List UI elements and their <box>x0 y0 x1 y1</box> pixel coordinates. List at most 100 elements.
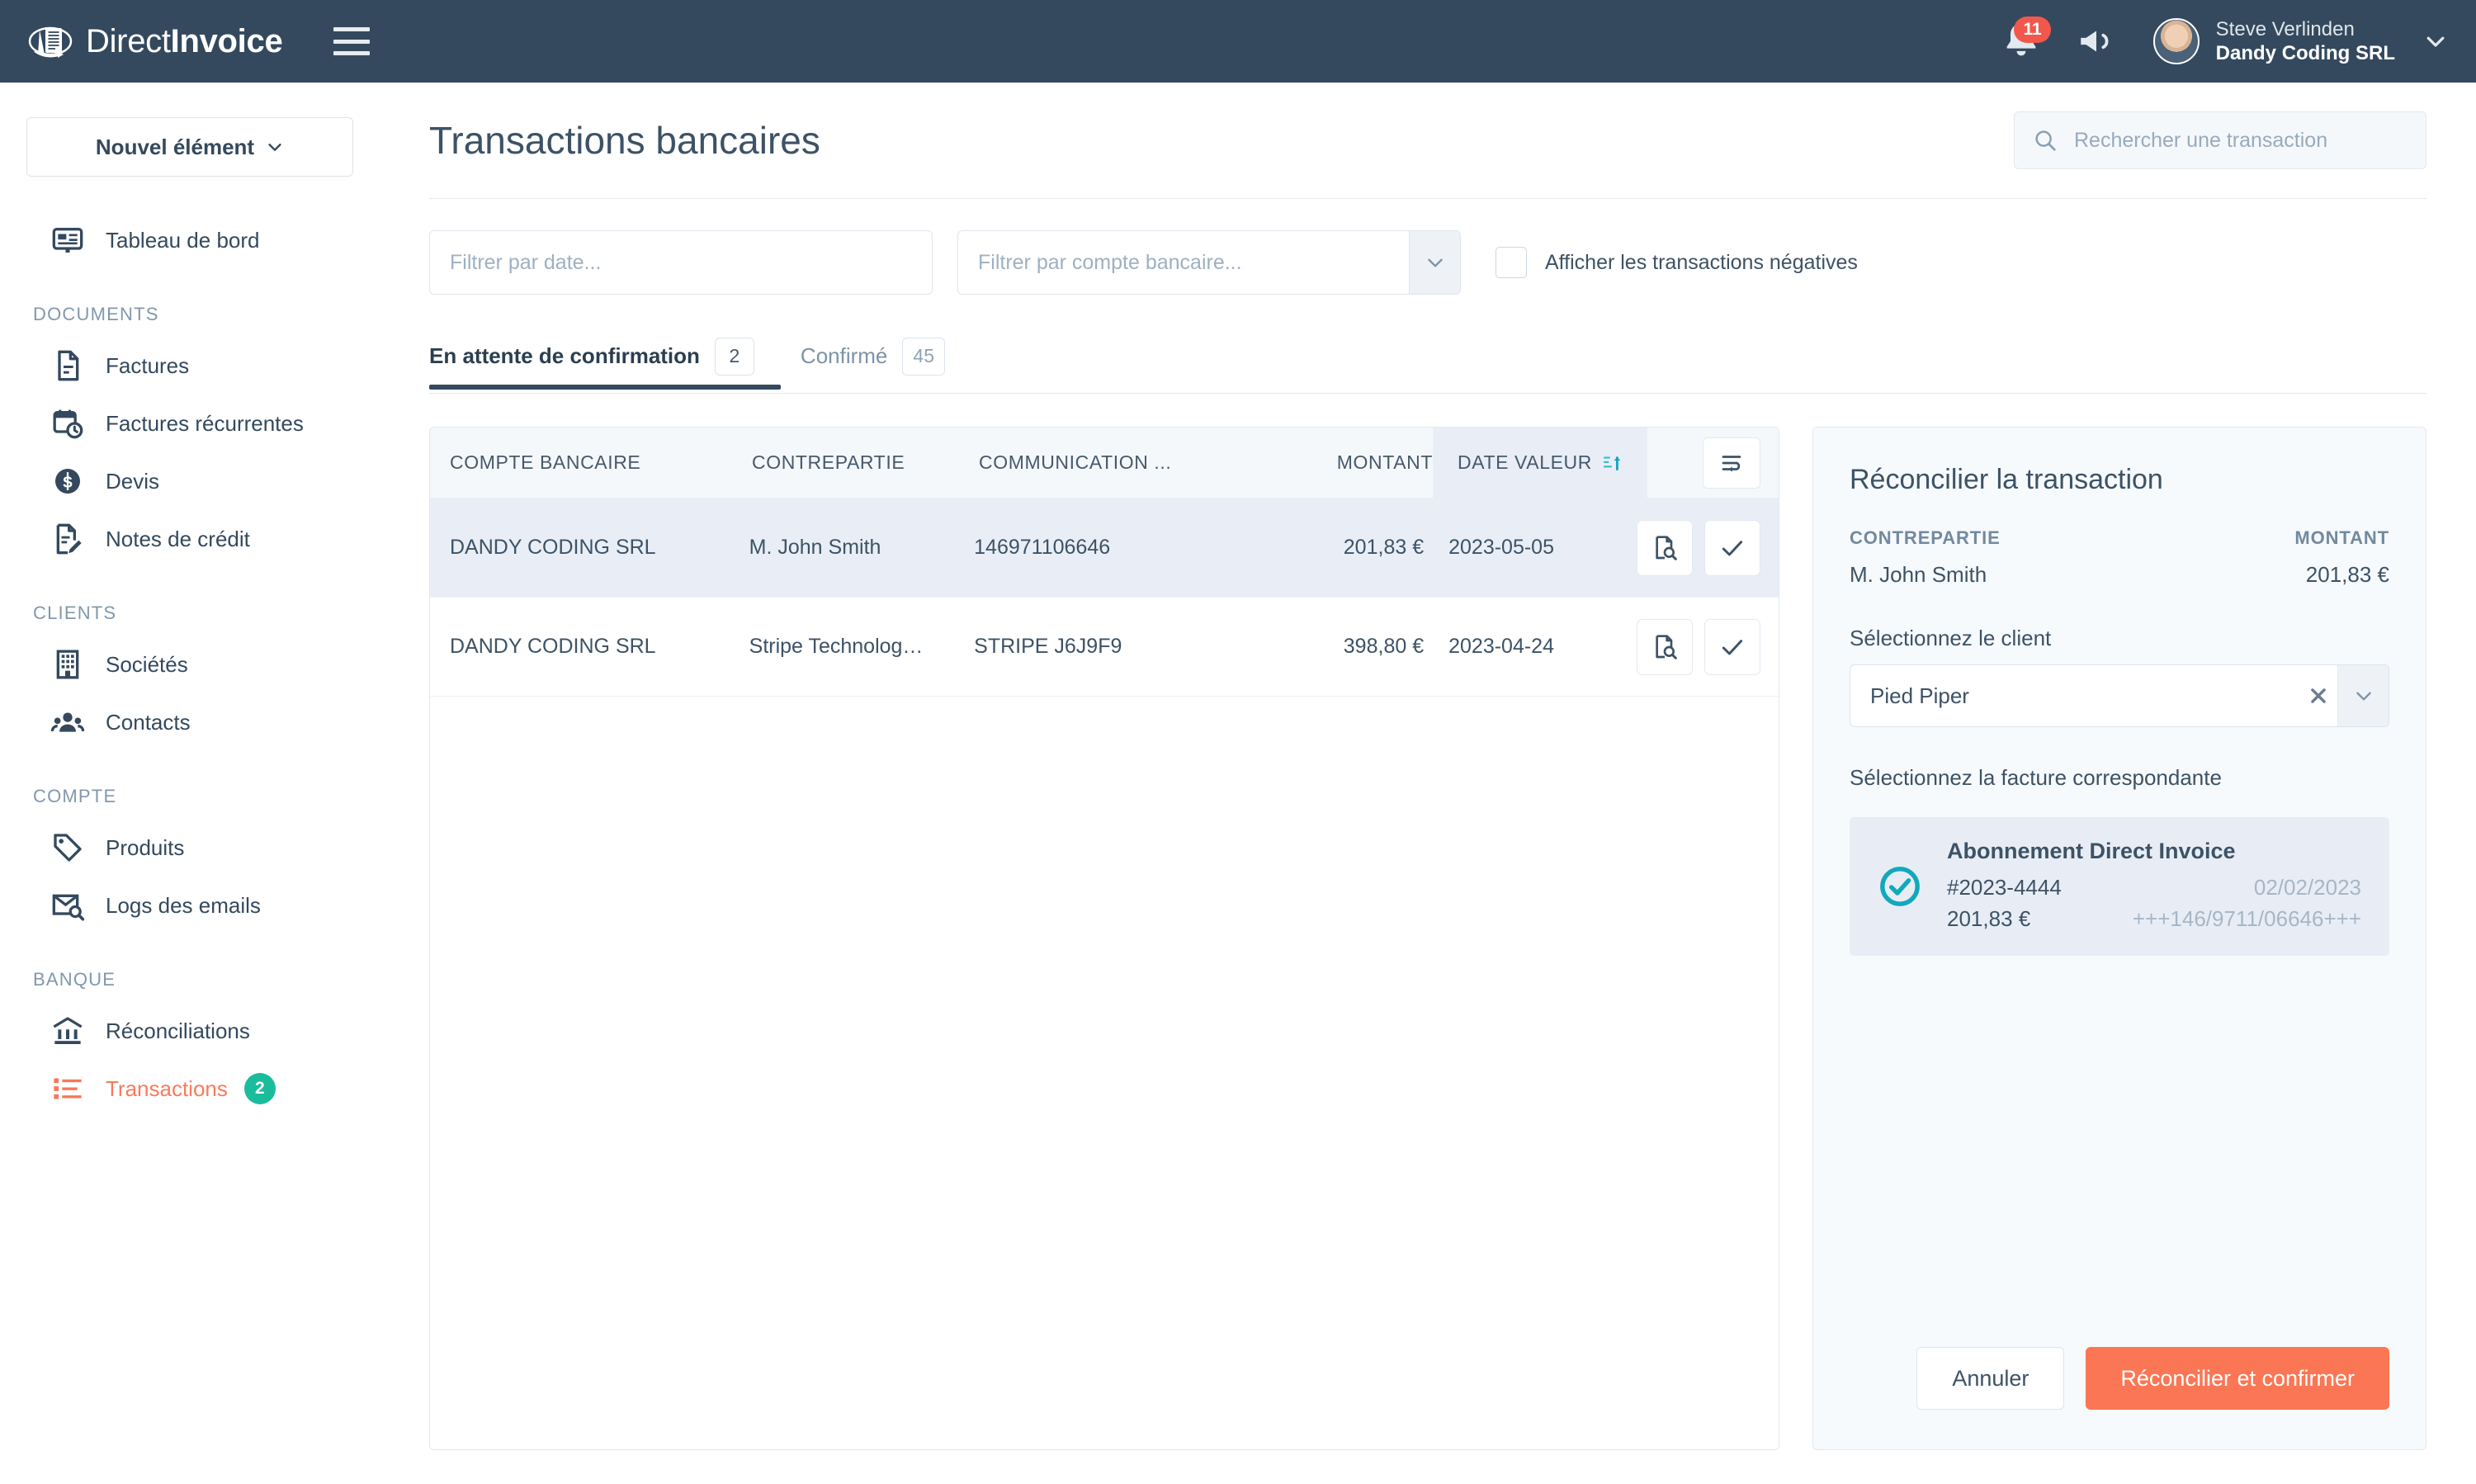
sidebar-item-reconciliations[interactable]: Réconciliations <box>0 1002 380 1060</box>
people-icon <box>51 712 84 732</box>
sidebar-item-factures-recurrentes[interactable]: Factures récurrentes <box>0 395 380 452</box>
table-row[interactable]: DANDY CODING SRL M. John Smith 146971106… <box>430 499 1779 598</box>
chevron-down-icon[interactable] <box>2337 665 2389 726</box>
view-document-button[interactable] <box>1637 519 1693 576</box>
sidebar-item-label: Contacts <box>106 709 191 735</box>
document-search-icon <box>1656 634 1677 659</box>
sidebar-item-dashboard[interactable]: Tableau de bord <box>0 211 380 269</box>
tab-count-badge: 45 <box>902 337 945 376</box>
column-header-communication[interactable]: COMMUNICATION ... <box>979 451 1251 474</box>
top-bar-right: 11 Steve Verlinden Dandy Coding SRL <box>2000 17 2448 66</box>
confirm-transaction-button[interactable] <box>1704 519 1760 576</box>
table-header-actions <box>1671 437 1779 489</box>
chevron-down-icon <box>1409 231 1460 294</box>
search-input[interactable]: Rechercher une transaction <box>2014 111 2426 169</box>
sidebar-item-societes[interactable]: Sociétés <box>0 636 380 693</box>
bank-account-filter-select[interactable]: Filtrer par compte bancaire... <box>957 230 1461 295</box>
tag-icon <box>54 834 82 862</box>
invoice-number: #2023-4444 <box>1947 875 2062 900</box>
reconcile-panel: Réconcilier la transaction CONTREPARTIE … <box>1812 427 2426 1450</box>
sidebar-section-clients: CLIENTS <box>33 603 117 623</box>
sidebar-item-badge: 2 <box>243 1073 276 1104</box>
document-stack-icon <box>28 26 73 58</box>
text-wrap-toggle-button[interactable] <box>1703 437 1760 489</box>
sidebar-item-label: Transactions <box>106 1075 228 1101</box>
checkbox-box <box>1496 247 1527 278</box>
column-header-date-valeur[interactable]: DATE VALEUR <box>1433 428 1647 499</box>
sidebar-item-label: Devis <box>106 468 160 494</box>
sidebar-item-label: Notes de crédit <box>106 526 250 551</box>
sidebar-item-label: Sociétés <box>106 651 188 677</box>
avatar[interactable] <box>2152 18 2200 64</box>
user-info[interactable]: Steve Verlinden Dandy Coding SRL <box>2216 17 2395 66</box>
tab-confirme[interactable]: Confirmé 45 <box>801 333 945 393</box>
amount-value: 201,83 € <box>2305 562 2389 587</box>
client-field-label: Sélectionnez le client <box>1850 626 2052 650</box>
sidebar-item-factures[interactable]: Factures <box>0 337 380 395</box>
chevron-down-icon[interactable] <box>2423 29 2448 54</box>
cell-communication: STRIPE J6J9F9 <box>974 635 1122 658</box>
negative-transactions-checkbox[interactable]: Afficher les transactions négatives <box>1496 247 1858 278</box>
cell-date-valeur: 2023-04-24 <box>1448 635 1554 658</box>
client-selected-value: Pied Piper <box>1870 683 1969 708</box>
megaphone-icon[interactable] <box>2076 21 2117 62</box>
chevron-down-icon <box>268 144 281 151</box>
sidebar-item-notes-de-credit[interactable]: Notes de crédit <box>0 510 380 568</box>
sidebar-section-documents: DOCUMENTS <box>33 304 159 324</box>
sidebar-section-compte: COMPTE <box>33 786 117 806</box>
notifications-button[interactable]: 11 <box>2000 17 2051 63</box>
bank-account-filter-placeholder: Filtrer par compte bancaire... <box>978 250 1242 274</box>
check-icon <box>1722 540 1743 555</box>
view-document-button[interactable] <box>1637 618 1693 675</box>
counterparty-value: M. John Smith <box>1850 562 1987 587</box>
text-wrap-icon <box>1722 455 1741 472</box>
table-header-row: COMPTE BANCAIRE CONTREPARTIE COMMUNICATI… <box>430 428 1779 499</box>
page-title: Transactions bancaires <box>429 119 820 162</box>
tab-label: Confirmé <box>800 343 888 368</box>
sidebar-item-contacts[interactable]: Contacts <box>0 693 380 751</box>
file-edit-icon <box>56 523 82 555</box>
coin-icon: S <box>55 469 80 494</box>
calendar-clock-icon <box>53 409 83 439</box>
check-circle-icon <box>1880 867 1920 907</box>
brand-name-bold: Invoice <box>170 22 283 59</box>
notification-count-badge: 11 <box>2014 17 2051 44</box>
reconcile-and-confirm-button[interactable]: Réconcilier et confirmer <box>2086 1347 2389 1410</box>
column-header-date-valeur-label: DATE VALEUR <box>1458 451 1592 473</box>
row-actions <box>1637 618 1779 675</box>
panel-action-buttons: Annuler Réconcilier et confirmer <box>1850 1347 2389 1410</box>
panel-summary-values: M. John Smith 201,83 € <box>1850 562 2389 588</box>
sidebar-item-label: Factures <box>106 352 190 378</box>
brand-logo-area[interactable]: DirectInvoice <box>28 21 283 61</box>
tab-count-badge: 2 <box>714 337 754 376</box>
cell-compte-bancaire: DANDY CODING SRL <box>450 536 656 559</box>
search-placeholder: Rechercher une transaction <box>2074 128 2328 152</box>
invoice-date: 02/02/2023 <box>2253 875 2361 900</box>
column-header-compte-bancaire[interactable]: COMPTE BANCAIRE <box>430 451 752 474</box>
invoice-option[interactable]: Abonnement Direct Invoice #2023-4444 02/… <box>1850 817 2389 957</box>
close-icon[interactable] <box>2299 685 2337 707</box>
client-select[interactable]: Pied Piper <box>1850 664 2389 727</box>
sidebar-item-transactions[interactable]: Transactions 2 <box>0 1060 380 1118</box>
sidebar-item-logs-des-emails[interactable]: Logs des emails <box>0 877 380 934</box>
cell-contrepartie: Stripe Technolog… <box>749 635 924 658</box>
new-item-label: Nouvel élément <box>95 134 255 159</box>
counterparty-label: CONTREPARTIE <box>1850 527 2001 548</box>
confirm-transaction-button[interactable] <box>1704 618 1760 675</box>
column-header-montant[interactable]: MONTANT <box>1251 451 1433 474</box>
checkbox-label: Afficher les transactions négatives <box>1545 250 1858 274</box>
cancel-button[interactable]: Annuler <box>1916 1347 2065 1410</box>
cell-montant: 201,83 € <box>1343 536 1425 559</box>
table-empty-space <box>430 697 1779 1449</box>
panel-summary-labels: CONTREPARTIE MONTANT <box>1850 527 2389 549</box>
new-item-button[interactable]: Nouvel élément <box>26 117 353 177</box>
tab-en-attente-de-confirmation[interactable]: En attente de confirmation 2 <box>429 333 754 393</box>
sidebar-item-devis[interactable]: S Devis <box>0 452 380 510</box>
column-header-contrepartie[interactable]: CONTREPARTIE <box>752 451 979 474</box>
sidebar-section-banque: BANQUE <box>33 969 116 990</box>
date-filter-input[interactable]: Filtrer par date... <box>429 230 933 295</box>
cell-communication: 146971106646 <box>974 536 1111 559</box>
sidebar-item-produits[interactable]: Produits <box>0 819 380 877</box>
table-row[interactable]: DANDY CODING SRL Stripe Technolog… STRIP… <box>430 598 1779 697</box>
hamburger-icon[interactable] <box>333 27 371 55</box>
